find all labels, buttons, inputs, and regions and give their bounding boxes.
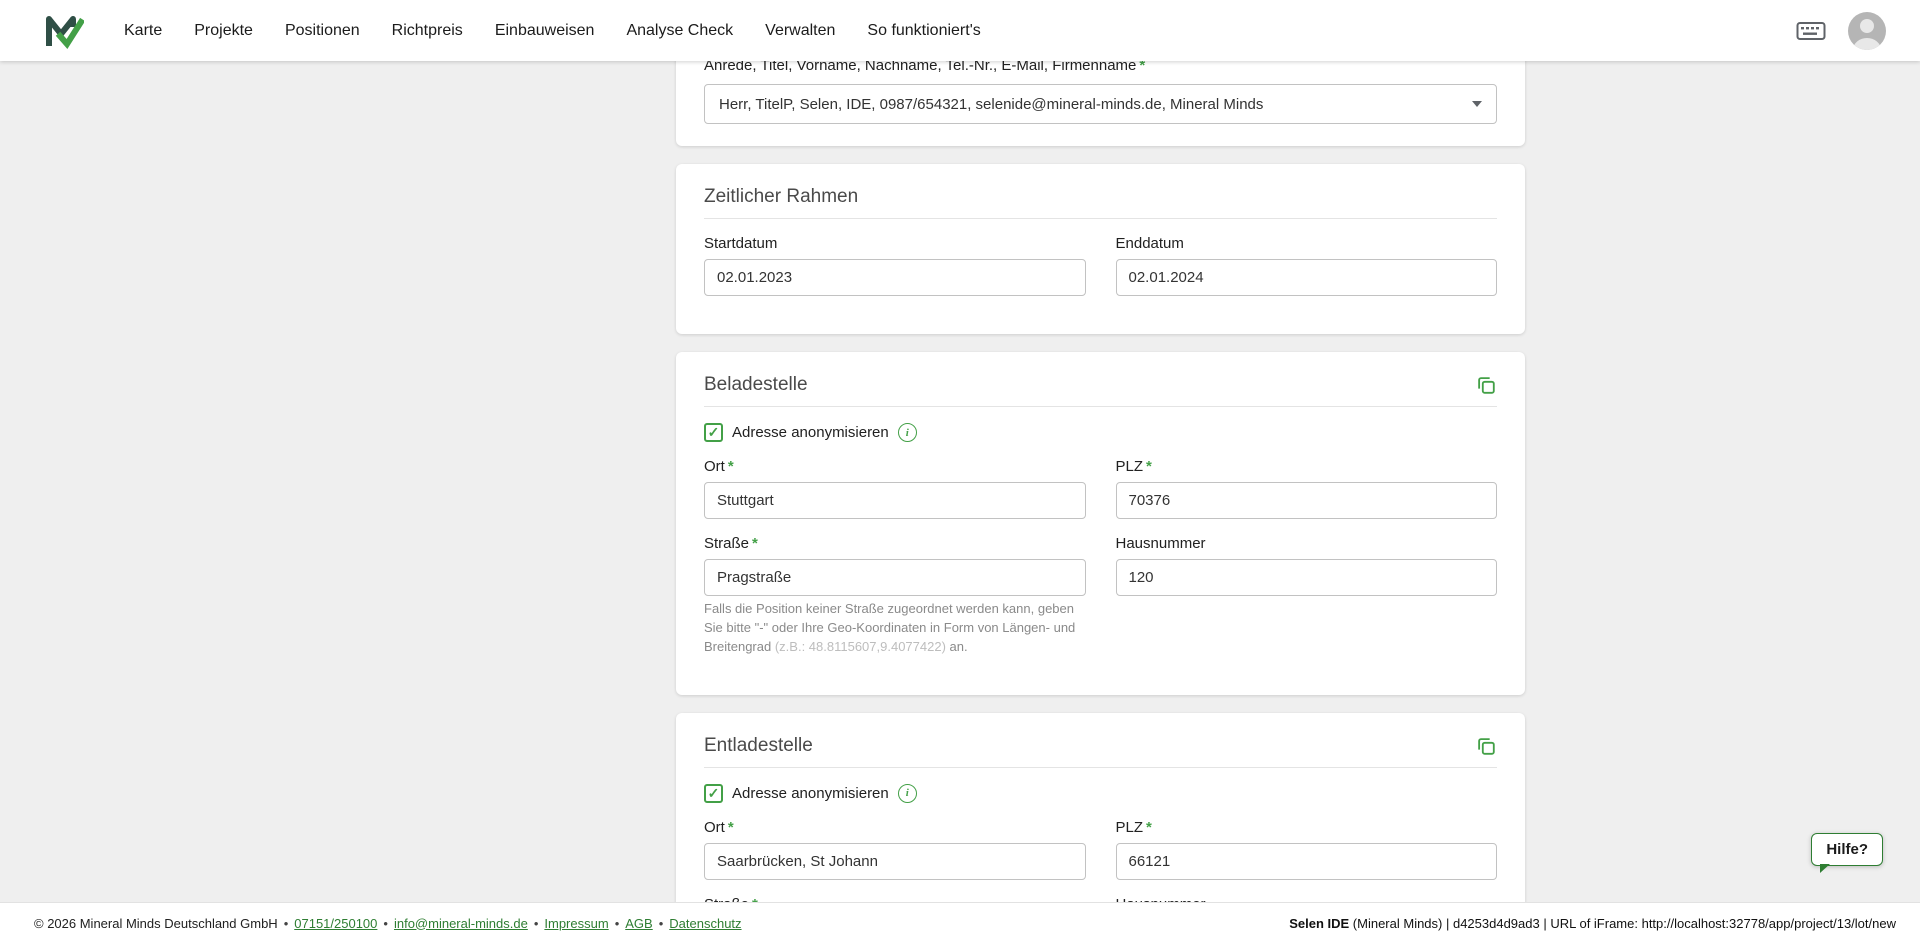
plz-field-group: PLZ*: [1116, 819, 1498, 880]
divider: [704, 767, 1497, 768]
nav-item-projekte[interactable]: Projekte: [194, 22, 253, 40]
nav-item-karte[interactable]: Karte: [124, 22, 162, 40]
required-mark: *: [728, 819, 734, 836]
startdatum-field-group: Startdatum: [704, 235, 1086, 296]
anonymize-checkbox[interactable]: ✓: [704, 784, 723, 803]
nav-item-richtpreis[interactable]: Richtpreis: [392, 22, 463, 40]
entladestelle-card-title: Entladestelle: [704, 735, 813, 757]
required-mark: *: [728, 458, 734, 475]
enddatum-field-group: Enddatum: [1116, 235, 1498, 296]
user-avatar[interactable]: [1848, 12, 1886, 50]
person-icon: [1848, 12, 1886, 50]
anonymize-row: ✓ Adresse anonymisieren i: [704, 784, 1497, 803]
main-navigation: Karte Projekte Positionen Richtpreis Ein…: [124, 22, 981, 40]
beladestelle-card: Beladestelle ✓ Adresse anonymisieren i O…: [676, 352, 1525, 695]
anonymize-label: Adresse anonymisieren: [732, 785, 889, 802]
nav-item-positionen[interactable]: Positionen: [285, 22, 360, 40]
strasse-field-group: Straße* Falls die Position keiner Straße…: [704, 535, 1086, 657]
helper-example: (z.B.: 48.8115607,9.4077422): [775, 639, 946, 654]
footer-copyright: © 2026 Mineral Minds Deutschland GmbH: [34, 916, 278, 931]
helper-suffix: an.: [950, 639, 968, 654]
chevron-down-icon: [1472, 101, 1482, 107]
plz-label-text: PLZ: [1116, 819, 1144, 836]
timeframe-card: Zeitlicher Rahmen Startdatum Enddatum: [676, 164, 1525, 334]
footer-user-name: Selen IDE: [1289, 916, 1349, 931]
footer: © 2026 Mineral Minds Deutschland GmbH • …: [0, 902, 1920, 943]
info-icon[interactable]: i: [898, 784, 917, 803]
nav-item-analyse-check[interactable]: Analyse Check: [626, 22, 733, 40]
nav-item-so-funktionierts[interactable]: So funktioniert's: [867, 22, 980, 40]
nav-item-einbauweisen[interactable]: Einbauweisen: [495, 22, 595, 40]
enddatum-input[interactable]: [1116, 259, 1498, 296]
ort-label: Ort*: [704, 458, 1086, 475]
footer-separator: •: [659, 916, 664, 931]
footer-separator: •: [383, 916, 388, 931]
footer-separator: •: [615, 916, 620, 931]
entladestelle-card: Entladestelle ✓ Adresse anonymisieren i …: [676, 713, 1525, 902]
anonymize-label: Adresse anonymisieren: [732, 424, 889, 441]
ort-label-text: Ort: [704, 819, 725, 836]
startdatum-input[interactable]: [704, 259, 1086, 296]
top-navbar: Karte Projekte Positionen Richtpreis Ein…: [0, 0, 1920, 61]
entladestelle-ort-input[interactable]: [704, 843, 1086, 880]
footer-session-details: (Mineral Minds) | d4253d4d9ad3 | URL of …: [1349, 916, 1896, 931]
plz-label: PLZ*: [1116, 819, 1498, 836]
plz-label: PLZ*: [1116, 458, 1498, 475]
plz-field-group: PLZ*: [1116, 458, 1498, 519]
strasse-label: Straße*: [704, 535, 1086, 552]
contact-select[interactable]: Herr, TitelP, Selen, IDE, 0987/654321, s…: [704, 84, 1497, 124]
strasse-label-text: Straße: [704, 535, 749, 552]
page-background: Anrede, Titel, Vorname, Nachname, Tel.-N…: [0, 61, 1920, 902]
entladestelle-plz-input[interactable]: [1116, 843, 1498, 880]
strasse-helper-text: Falls die Position keiner Straße zugeord…: [704, 600, 1086, 657]
footer-separator: •: [284, 916, 289, 931]
keyboard-icon[interactable]: [1796, 20, 1826, 42]
ort-label: Ort*: [704, 819, 1086, 836]
mineral-minds-logo[interactable]: [44, 11, 84, 51]
required-mark: *: [752, 535, 758, 552]
hausnummer-field-group: Hausnummer: [1116, 535, 1498, 657]
page: { "navbar": { "items": ["Karte", "Projek…: [0, 0, 1920, 943]
footer-left: © 2026 Mineral Minds Deutschland GmbH • …: [34, 916, 742, 931]
contact-label: Anrede, Titel, Vorname, Nachname, Tel.-N…: [704, 61, 1497, 74]
footer-datenschutz-link[interactable]: Datenschutz: [669, 916, 741, 931]
required-mark: *: [1139, 61, 1145, 74]
beladestelle-plz-input[interactable]: [1116, 482, 1498, 519]
beladestelle-ort-input[interactable]: [704, 482, 1086, 519]
footer-separator: •: [534, 916, 539, 931]
beladestelle-card-title: Beladestelle: [704, 374, 808, 396]
footer-agb-link[interactable]: AGB: [625, 916, 652, 931]
ort-field-group: Ort*: [704, 819, 1086, 880]
timeframe-card-title: Zeitlicher Rahmen: [704, 186, 1497, 208]
footer-session-info: Selen IDE (Mineral Minds) | d4253d4d9ad3…: [1289, 916, 1896, 931]
required-mark: *: [1146, 819, 1152, 836]
help-button[interactable]: Hilfe?: [1811, 833, 1883, 866]
divider: [704, 218, 1497, 219]
hausnummer-label: Hausnummer: [1116, 535, 1498, 552]
plz-label-text: PLZ: [1116, 458, 1144, 475]
contact-label-text: Anrede, Titel, Vorname, Nachname, Tel.-N…: [704, 61, 1136, 74]
ort-field-group: Ort*: [704, 458, 1086, 519]
enddatum-label: Enddatum: [1116, 235, 1498, 252]
startdatum-label: Startdatum: [704, 235, 1086, 252]
nav-item-verwalten[interactable]: Verwalten: [765, 22, 835, 40]
required-mark: *: [1146, 458, 1152, 475]
info-icon[interactable]: i: [898, 423, 917, 442]
copy-icon[interactable]: [1475, 374, 1497, 396]
footer-impressum-link[interactable]: Impressum: [544, 916, 608, 931]
ort-label-text: Ort: [704, 458, 725, 475]
beladestelle-strasse-input[interactable]: [704, 559, 1086, 596]
form-column: Anrede, Titel, Vorname, Nachname, Tel.-N…: [676, 61, 1525, 902]
contact-card: Anrede, Titel, Vorname, Nachname, Tel.-N…: [676, 61, 1525, 146]
copy-icon[interactable]: [1475, 735, 1497, 757]
beladestelle-hausnummer-input[interactable]: [1116, 559, 1498, 596]
logo-icon: [44, 11, 84, 51]
footer-email-link[interactable]: info@mineral-minds.de: [394, 916, 528, 931]
footer-phone-link[interactable]: 07151/250100: [294, 916, 377, 931]
anonymize-row: ✓ Adresse anonymisieren i: [704, 423, 1497, 442]
contact-select-value: Herr, TitelP, Selen, IDE, 0987/654321, s…: [719, 96, 1263, 113]
navbar-right: [1796, 12, 1886, 50]
anonymize-checkbox[interactable]: ✓: [704, 423, 723, 442]
divider: [704, 406, 1497, 407]
